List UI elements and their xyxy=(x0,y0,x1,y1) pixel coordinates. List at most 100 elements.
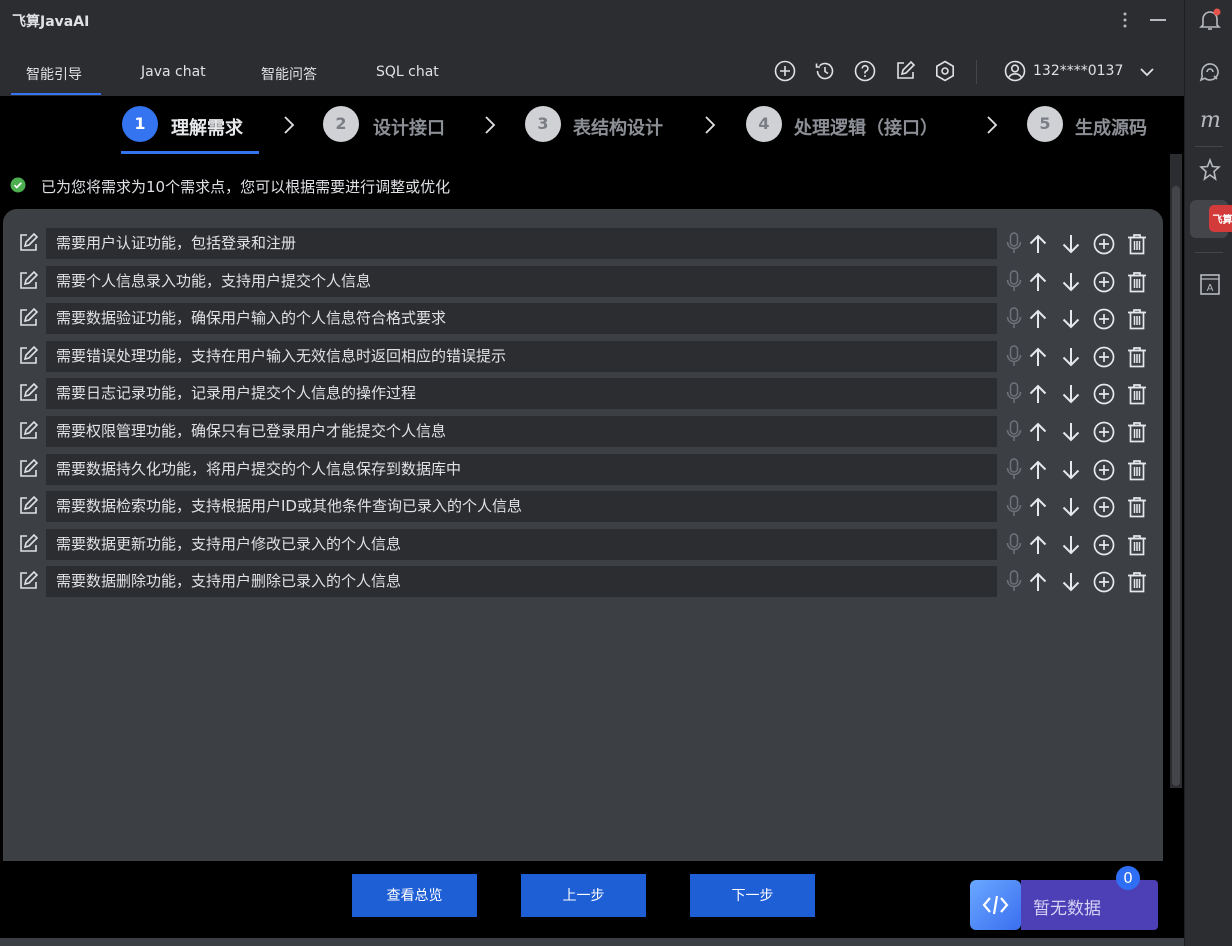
move-down-icon[interactable] xyxy=(1059,270,1083,294)
step-2-label[interactable]: 设计接口 xyxy=(373,114,445,140)
requirement-input[interactable]: 需要数据删除功能，支持用户删除已录入的个人信息 xyxy=(46,566,997,597)
microphone-icon[interactable] xyxy=(1005,270,1023,294)
move-down-icon[interactable] xyxy=(1059,345,1083,369)
edit-row-icon[interactable] xyxy=(17,382,39,404)
delete-row-icon[interactable] xyxy=(1125,458,1149,482)
microphone-icon[interactable] xyxy=(1005,570,1023,594)
requirement-input[interactable]: 需要数据验证功能，确保用户输入的个人信息符合格式要求 xyxy=(46,303,997,334)
edit-row-icon[interactable] xyxy=(17,232,39,254)
move-down-icon[interactable] xyxy=(1059,232,1083,256)
edit-row-icon[interactable] xyxy=(17,495,39,517)
delete-row-icon[interactable] xyxy=(1125,495,1149,519)
m-plugin-icon[interactable]: m xyxy=(1198,108,1222,132)
edit-row-icon[interactable] xyxy=(17,533,39,555)
requirement-input[interactable]: 需要用户认证功能，包括登录和注册 xyxy=(46,228,997,259)
notifications-icon[interactable] xyxy=(1198,8,1222,32)
delete-row-icon[interactable] xyxy=(1125,382,1149,406)
move-down-icon[interactable] xyxy=(1059,570,1083,594)
delete-row-icon[interactable] xyxy=(1125,345,1149,369)
delete-row-icon[interactable] xyxy=(1125,570,1149,594)
delete-row-icon[interactable] xyxy=(1125,307,1149,331)
microphone-icon[interactable] xyxy=(1005,345,1023,369)
text-a-icon[interactable]: A xyxy=(1198,272,1222,296)
move-up-icon[interactable] xyxy=(1026,307,1050,331)
tab-sql-chat[interactable]: SQL chat xyxy=(376,64,439,96)
user-account-label[interactable]: 132****0137 xyxy=(1033,63,1123,79)
step-5-number[interactable]: 5 xyxy=(1027,106,1063,142)
move-up-icon[interactable] xyxy=(1026,533,1050,557)
scrollbar-thumb[interactable] xyxy=(1172,186,1180,786)
user-avatar-icon[interactable] xyxy=(1004,60,1026,82)
code-widget-icon-box[interactable] xyxy=(970,880,1021,930)
add-row-icon[interactable] xyxy=(1092,570,1116,594)
step-4-label[interactable]: 处理逻辑（接口） xyxy=(794,114,938,140)
delete-row-icon[interactable] xyxy=(1125,420,1149,444)
add-row-icon[interactable] xyxy=(1092,270,1116,294)
edit-row-icon[interactable] xyxy=(17,420,39,442)
edit-row-icon[interactable] xyxy=(17,270,39,292)
step-1-label[interactable]: 理解需求 xyxy=(171,114,243,140)
add-row-icon[interactable] xyxy=(1092,533,1116,557)
requirement-input[interactable]: 需要日志记录功能，记录用户提交个人信息的操作过程 xyxy=(46,378,997,409)
move-up-icon[interactable] xyxy=(1026,345,1050,369)
feisuan-logo-icon[interactable]: 飞算 xyxy=(1209,205,1232,232)
edit-row-icon[interactable] xyxy=(17,345,39,367)
move-down-icon[interactable] xyxy=(1059,533,1083,557)
code-widget-label-box[interactable]: 暂无数据 xyxy=(1021,880,1158,930)
add-row-icon[interactable] xyxy=(1092,420,1116,444)
microphone-icon[interactable] xyxy=(1005,533,1023,557)
history-icon[interactable] xyxy=(814,60,836,82)
step-3-number[interactable]: 3 xyxy=(525,106,561,142)
move-down-icon[interactable] xyxy=(1059,420,1083,444)
step-4-number[interactable]: 4 xyxy=(746,106,782,142)
edit-row-icon[interactable] xyxy=(17,307,39,329)
edit-row-icon[interactable] xyxy=(17,570,39,592)
delete-row-icon[interactable] xyxy=(1125,533,1149,557)
new-chat-icon[interactable] xyxy=(774,60,796,82)
view-overview-button[interactable]: 查看总览 xyxy=(352,874,477,917)
add-row-icon[interactable] xyxy=(1092,345,1116,369)
settings-icon[interactable] xyxy=(934,60,956,82)
add-row-icon[interactable] xyxy=(1092,307,1116,331)
tab-smart-qa[interactable]: 智能问答 xyxy=(261,64,317,96)
sparkle-icon[interactable] xyxy=(1198,158,1222,182)
move-up-icon[interactable] xyxy=(1026,420,1050,444)
move-down-icon[interactable] xyxy=(1059,495,1083,519)
requirement-input[interactable]: 需要错误处理功能，支持在用户输入无效信息时返回相应的错误提示 xyxy=(46,341,997,372)
delete-row-icon[interactable] xyxy=(1125,270,1149,294)
move-up-icon[interactable] xyxy=(1026,382,1050,406)
edit-icon[interactable] xyxy=(894,60,916,82)
microphone-icon[interactable] xyxy=(1005,495,1023,519)
move-down-icon[interactable] xyxy=(1059,382,1083,406)
step-2-number[interactable]: 2 xyxy=(323,106,359,142)
delete-row-icon[interactable] xyxy=(1125,232,1149,256)
requirement-input[interactable]: 需要数据更新功能，支持用户修改已录入的个人信息 xyxy=(46,529,997,560)
step-3-label[interactable]: 表结构设计 xyxy=(573,114,663,140)
requirement-input[interactable]: 需要个人信息录入功能，支持用户提交个人信息 xyxy=(46,266,997,297)
requirement-input[interactable]: 需要权限管理功能，确保只有已登录用户才能提交个人信息 xyxy=(46,416,997,447)
add-row-icon[interactable] xyxy=(1092,382,1116,406)
step-5-label[interactable]: 生成源码 xyxy=(1075,114,1147,140)
edit-row-icon[interactable] xyxy=(17,458,39,480)
tab-java-chat[interactable]: Java chat xyxy=(141,64,206,96)
tab-smart-guide[interactable]: 智能引导 xyxy=(26,64,82,96)
move-up-icon[interactable] xyxy=(1026,458,1050,482)
add-row-icon[interactable] xyxy=(1092,458,1116,482)
move-up-icon[interactable] xyxy=(1026,570,1050,594)
chevron-down-icon[interactable] xyxy=(1139,64,1155,80)
requirement-input[interactable]: 需要数据持久化功能，将用户提交的个人信息保存到数据库中 xyxy=(46,454,997,485)
move-down-icon[interactable] xyxy=(1059,307,1083,331)
minimize-icon[interactable] xyxy=(1150,19,1166,21)
microphone-icon[interactable] xyxy=(1005,458,1023,482)
add-row-icon[interactable] xyxy=(1092,232,1116,256)
microphone-icon[interactable] xyxy=(1005,382,1023,406)
microphone-icon[interactable] xyxy=(1005,420,1023,444)
microphone-icon[interactable] xyxy=(1005,307,1023,331)
code-preview-widget[interactable]: 暂无数据 0 xyxy=(970,866,1158,930)
requirement-input[interactable]: 需要数据检索功能，支持根据用户ID或其他条件查询已录入的个人信息 xyxy=(46,491,997,522)
move-up-icon[interactable] xyxy=(1026,495,1050,519)
help-icon[interactable] xyxy=(854,60,876,82)
next-step-button[interactable]: 下一步 xyxy=(690,874,815,917)
microphone-icon[interactable] xyxy=(1005,232,1023,256)
move-up-icon[interactable] xyxy=(1026,232,1050,256)
